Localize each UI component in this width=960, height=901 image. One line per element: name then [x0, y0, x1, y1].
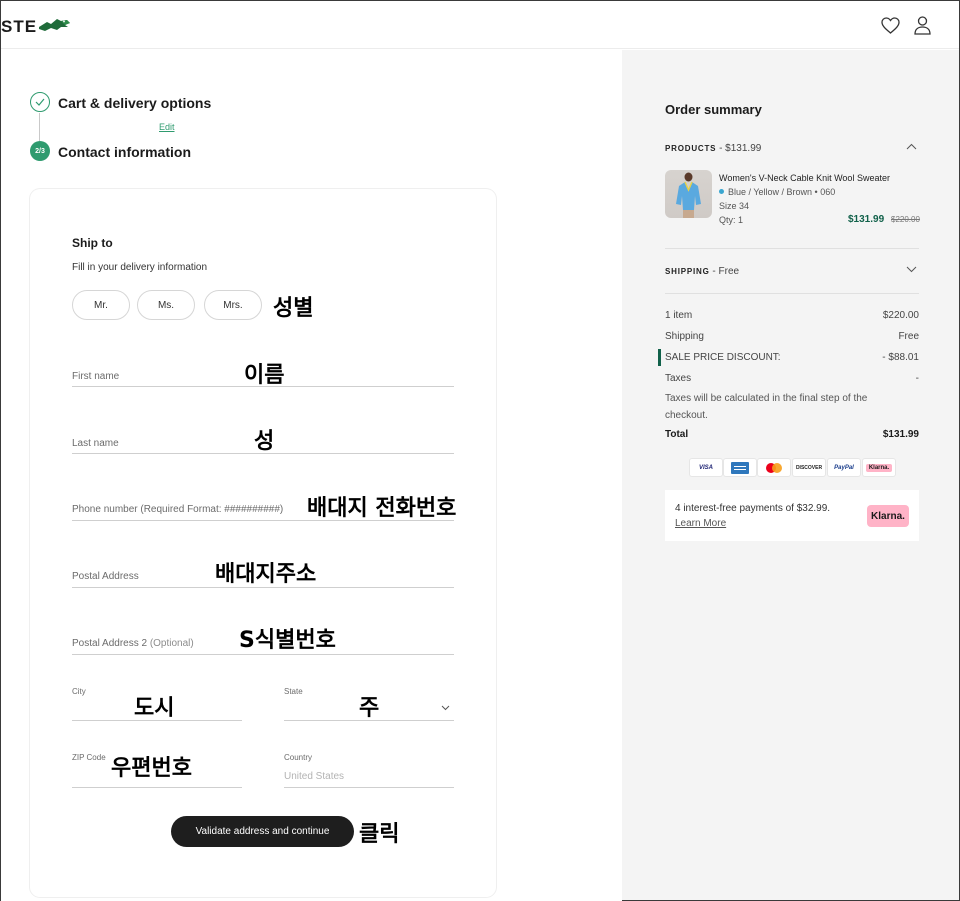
step-number-badge: 2/3 [30, 141, 50, 161]
annotation-gender: 성별 [273, 296, 314, 321]
title-mrs-button[interactable]: Mrs. [204, 290, 262, 320]
user-icon[interactable] [914, 16, 931, 35]
summary-divider [665, 248, 919, 249]
discount-marker [658, 349, 661, 366]
top-header: STE [1, 1, 959, 49]
amex-icon [724, 459, 756, 476]
products-section-toggle[interactable]: PRODUCTS - $131.99 [665, 143, 761, 154]
annotation-address-2: S식별번호 [239, 628, 336, 653]
product-name[interactable]: Women's V-Neck Cable Knit Wool Sweater [719, 173, 890, 183]
title-ms-button[interactable]: Ms. [137, 290, 195, 320]
chevron-down-icon[interactable] [441, 705, 450, 711]
ship-to-title: Ship to [72, 236, 113, 250]
step-complete-check-icon [30, 92, 50, 112]
validate-address-button[interactable]: Validate address and continue [171, 816, 354, 847]
country-field[interactable]: Country United States [284, 753, 454, 788]
ship-to-subtitle: Fill in your delivery information [72, 262, 208, 273]
paypal-icon: PayPal [828, 459, 860, 476]
zip-code-label: ZIP Code [72, 753, 106, 762]
city-label: City [72, 687, 86, 696]
klarna-learn-more-link[interactable]: Learn More [675, 518, 726, 529]
chevron-down-icon[interactable] [906, 266, 917, 273]
product-size: Size 34 [719, 201, 750, 211]
shipping-section-toggle[interactable]: SHIPPING - Free [665, 266, 739, 277]
product-original-price: $220.00 [891, 215, 920, 224]
product-color: Blue / Yellow / Brown • 060 [719, 187, 835, 197]
annotation-last-name: 성 [254, 429, 275, 454]
annotation-phone: 배대지 전화번호 [307, 496, 457, 521]
summary-divider [665, 293, 919, 294]
country-value: United States [284, 771, 345, 782]
annotation-state: 주 [359, 696, 380, 721]
annotation-zip: 우편번호 [111, 756, 192, 781]
state-label: State [284, 687, 303, 696]
chevron-up-icon[interactable] [906, 143, 917, 150]
klarna-text: 4 interest-free payments of $32.99. [675, 503, 831, 514]
product-qty: Qty: 1 [719, 215, 744, 225]
edit-cart-link[interactable]: Edit [159, 122, 175, 132]
postal-address-2-label: Postal Address 2 (Optional) [72, 638, 194, 649]
annotation-first-name: 이름 [244, 363, 285, 388]
color-dot-icon [719, 189, 724, 194]
title-mr-button[interactable]: Mr. [72, 290, 130, 320]
order-summary-title: Order summary [665, 102, 762, 117]
product-thumbnail[interactable] [665, 170, 712, 218]
step-cart-delivery-title[interactable]: Cart & delivery options [58, 95, 211, 111]
last-name-label: Last name [72, 438, 119, 449]
taxes-note: Taxes will be calculated in the final st… [665, 393, 868, 421]
annotation-city: 도시 [134, 696, 175, 721]
step-contact-title: Contact information [58, 144, 191, 160]
first-name-label: First name [72, 371, 120, 382]
mastercard-icon [758, 459, 790, 476]
annotation-address: 배대지주소 [215, 562, 317, 587]
product-sale-price: $131.99 [848, 214, 885, 225]
discover-icon: DISCOVER [793, 459, 825, 476]
visa-icon: VISA [690, 459, 722, 476]
country-label: Country [284, 753, 313, 762]
annotation-click: 클릭 [359, 822, 400, 847]
klarna-logo: Klarna. [867, 505, 909, 527]
brand-logo-text[interactable]: STE [1, 17, 37, 37]
crocodile-logo-icon[interactable] [37, 15, 71, 35]
klarna-icon: Klarna. [863, 459, 895, 476]
stepper-connector [39, 113, 40, 141]
heart-icon[interactable] [881, 17, 900, 34]
phone-label: Phone number (Required Format: #########… [72, 504, 284, 515]
postal-address-label: Postal Address [72, 571, 139, 582]
